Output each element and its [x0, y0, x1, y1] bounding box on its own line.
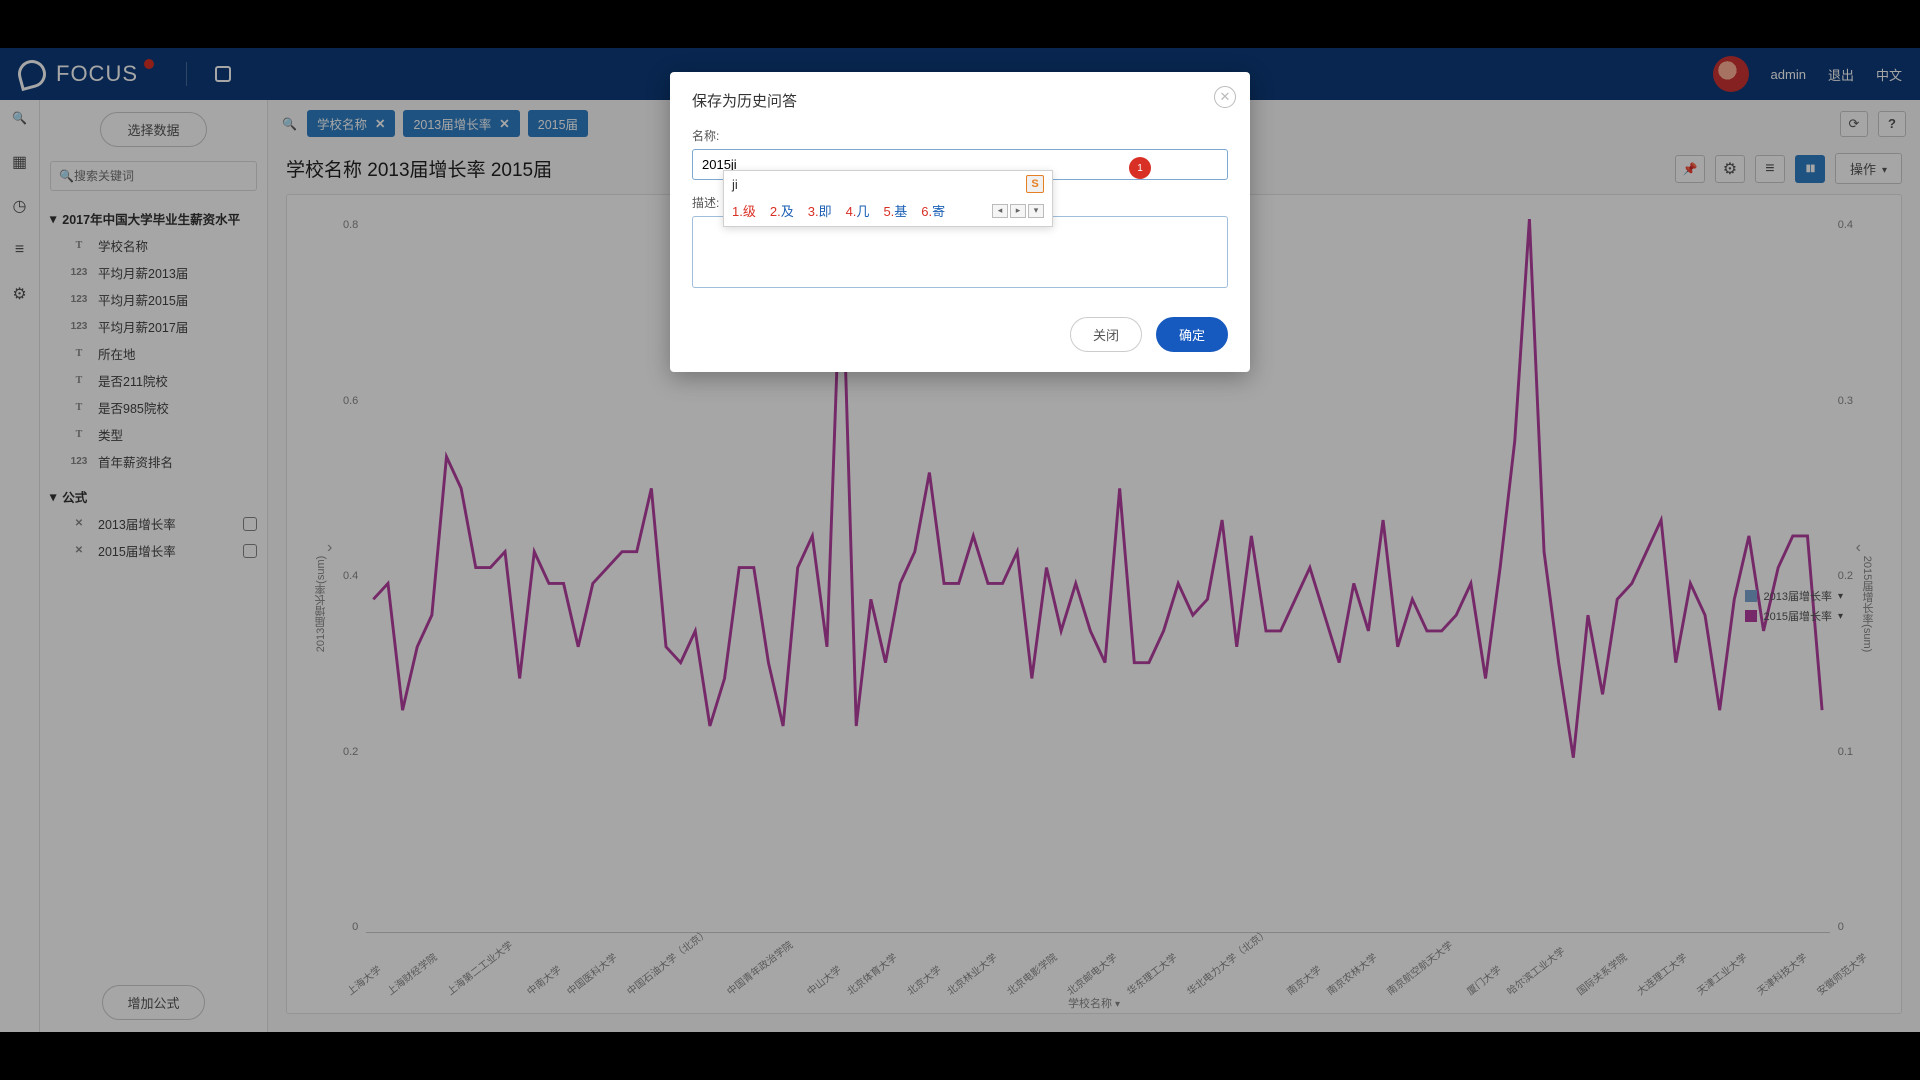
- ime-popup: ji S 1.级 2.及 3.即 4.几 5.基 6.寄 ◂▸▾: [723, 170, 1053, 227]
- ime-next-icon[interactable]: ▸: [1010, 204, 1026, 218]
- modal-title: 保存为历史问答: [692, 90, 1228, 111]
- close-icon[interactable]: ✕: [1214, 86, 1236, 108]
- ime-prev-icon[interactable]: ◂: [992, 204, 1008, 218]
- ime-logo-icon: S: [1026, 175, 1044, 193]
- name-label: 名称:: [692, 127, 1228, 144]
- ime-candidate[interactable]: 6.寄: [921, 201, 945, 220]
- ime-candidate[interactable]: 1.级: [732, 201, 756, 220]
- ime-typed-text: ji: [732, 177, 738, 192]
- cancel-button[interactable]: 关闭: [1070, 317, 1142, 352]
- annotation-marker: 1: [1129, 157, 1151, 179]
- ime-candidate[interactable]: 3.即: [808, 201, 832, 220]
- ime-candidate[interactable]: 2.及: [770, 201, 794, 220]
- ime-candidate[interactable]: 5.基: [883, 201, 907, 220]
- ime-candidate[interactable]: 4.几: [846, 201, 870, 220]
- ime-more-icon[interactable]: ▾: [1028, 204, 1044, 218]
- ok-button[interactable]: 确定: [1156, 317, 1228, 352]
